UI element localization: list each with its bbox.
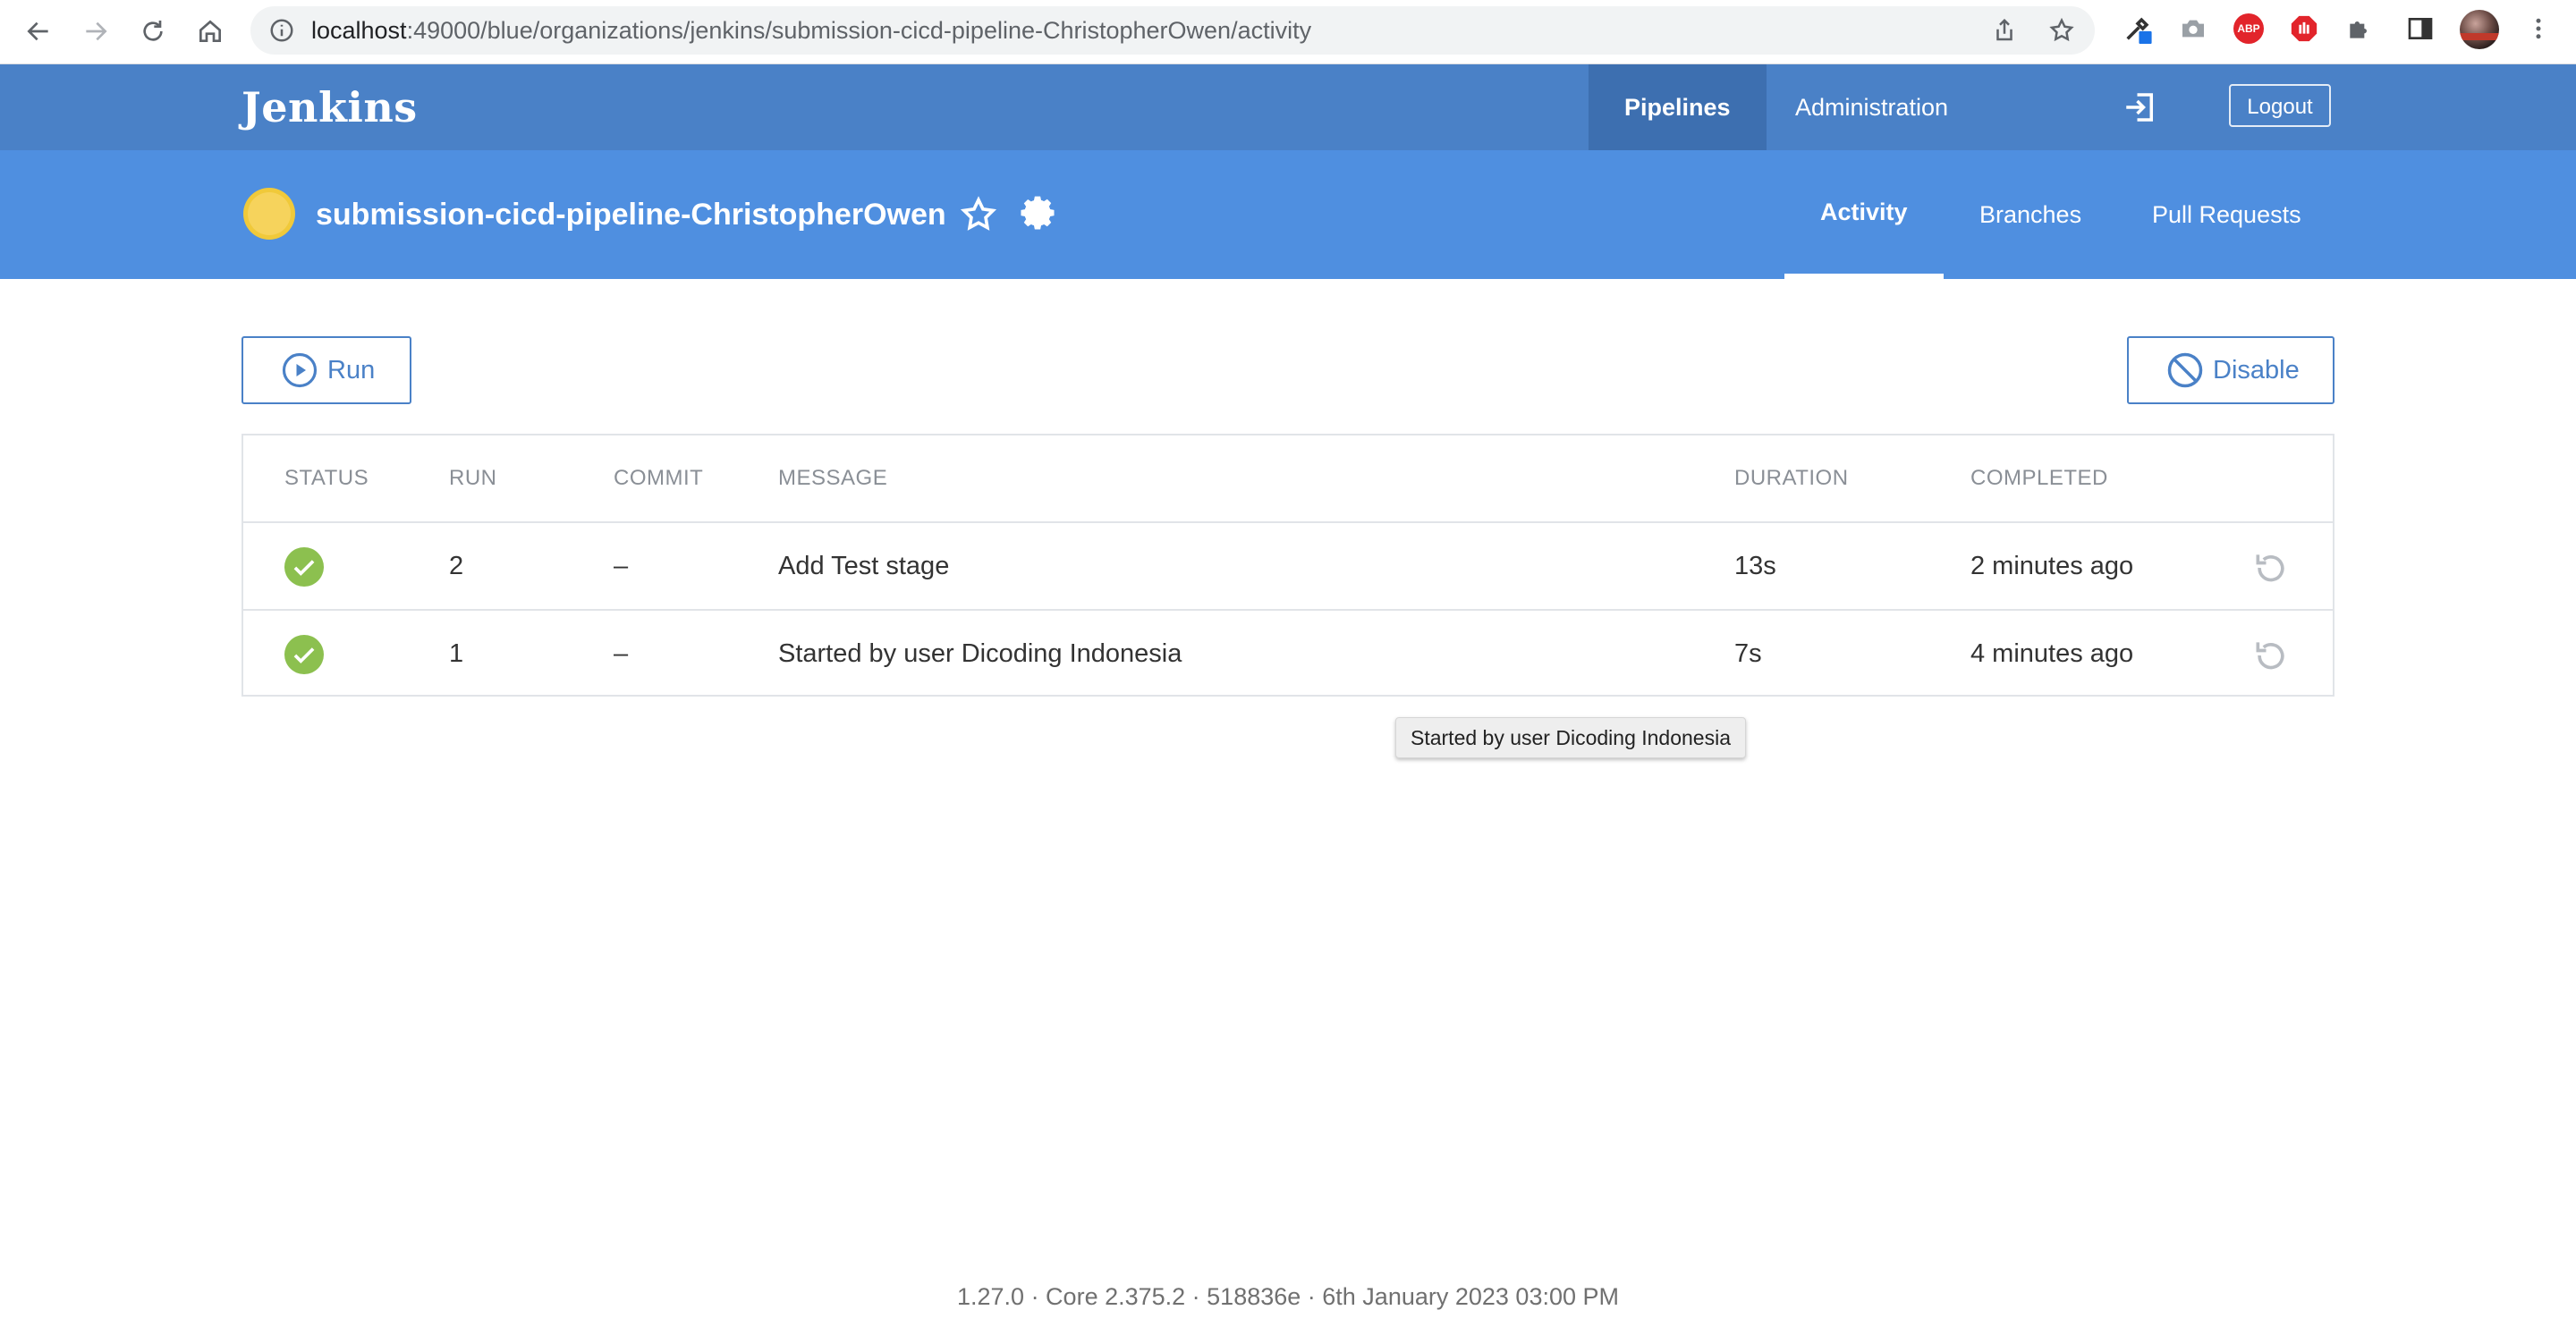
tab-activity[interactable]: Activity: [1784, 150, 1944, 279]
tab-branches[interactable]: Branches: [1944, 150, 2117, 279]
table-row[interactable]: 1 – Started by user Dicoding Indonesia 7…: [243, 611, 2333, 698]
logout-button[interactable]: Logout: [2229, 84, 2331, 127]
run-duration: 13s: [1734, 552, 1776, 580]
play-icon: [282, 352, 318, 388]
url-text[interactable]: localhost:49000/blue/organizations/jenki…: [311, 6, 1311, 55]
table-header: STATUS RUN COMMIT MESSAGE DURATION COMPL…: [243, 435, 2333, 523]
site-info-icon[interactable]: [268, 17, 295, 44]
bookmark-star-icon[interactable]: [2048, 17, 2075, 44]
column-completed: COMPLETED: [1970, 466, 2108, 490]
disable-icon: [2167, 352, 2203, 388]
pipeline-title: submission-cicd-pipeline-ChristopherOwen: [316, 198, 946, 232]
url-path: :49000/blue/organizations/jenkins/submis…: [406, 17, 1312, 44]
abp-label: ABP: [2233, 13, 2264, 44]
column-duration: DURATION: [1734, 466, 1849, 490]
stop-hand-extension-icon[interactable]: [2288, 13, 2320, 45]
run-duration: 7s: [1734, 639, 1762, 668]
table-row[interactable]: 2 – Add Test stage 13s 2 minutes ago: [243, 523, 2333, 611]
run-message: Started by user Dicoding Indonesia: [778, 639, 1182, 668]
pipeline-header: submission-cicd-pipeline-ChristopherOwen…: [0, 150, 2576, 279]
favorite-star-icon[interactable]: [959, 195, 998, 234]
reload-icon[interactable]: [132, 11, 174, 52]
column-run: RUN: [449, 466, 497, 490]
address-bar[interactable]: localhost:49000/blue/organizations/jenki…: [250, 6, 2095, 55]
profile-avatar[interactable]: [2460, 10, 2499, 49]
share-icon[interactable]: [1991, 17, 2018, 44]
run-label: Run: [327, 355, 376, 385]
success-check-icon: [284, 547, 324, 587]
disable-button[interactable]: Disable: [2127, 336, 2334, 404]
column-status: STATUS: [284, 466, 369, 490]
run-number: 2: [449, 552, 464, 580]
version-footer: 1.27.0 · Core 2.375.2 · 518836e · 6th Ja…: [957, 1283, 1619, 1310]
column-commit: COMMIT: [614, 466, 704, 490]
column-message: MESSAGE: [778, 466, 888, 490]
rerun-icon[interactable]: [2251, 548, 2291, 587]
jenkins-logo[interactable]: Jenkins: [242, 64, 418, 150]
eyedropper-extension-icon[interactable]: [2122, 13, 2154, 45]
rerun-icon[interactable]: [2251, 636, 2291, 675]
message-tooltip: Started by user Dicoding Indonesia: [1395, 717, 1746, 758]
activity-table: STATUS RUN COMMIT MESSAGE DURATION COMPL…: [242, 434, 2334, 697]
url-host: localhost: [311, 17, 407, 44]
forward-icon[interactable]: [75, 11, 116, 52]
commit-id: –: [614, 639, 629, 668]
sunny-weather-icon: [243, 188, 295, 240]
success-check-icon: [284, 635, 324, 674]
back-icon[interactable]: [18, 11, 59, 52]
run-completed: 4 minutes ago: [1970, 639, 2134, 668]
home-icon[interactable]: [190, 11, 231, 52]
go-to-classic-icon[interactable]: [2122, 89, 2159, 126]
run-completed: 2 minutes ago: [1970, 552, 2134, 580]
run-message: Add Test stage: [778, 552, 950, 580]
nav-administration[interactable]: Administration: [1759, 64, 1984, 150]
browser-toolbar: localhost:49000/blue/organizations/jenki…: [0, 0, 2576, 64]
commit-id: –: [614, 552, 629, 580]
run-number: 1: [449, 639, 464, 668]
run-button[interactable]: Run: [242, 336, 411, 404]
camera-extension-icon[interactable]: [2177, 13, 2209, 45]
disable-label: Disable: [2213, 355, 2300, 385]
nav-pipelines[interactable]: Pipelines: [1589, 64, 1767, 150]
browser-menu-icon[interactable]: [2522, 13, 2555, 45]
puzzle-extensions-icon[interactable]: [2343, 13, 2376, 45]
adblock-plus-icon[interactable]: ABP: [2233, 13, 2265, 45]
settings-gear-icon[interactable]: [1020, 193, 1059, 232]
side-panel-icon[interactable]: [2404, 13, 2436, 45]
jenkins-header: Jenkins Pipelines Administration Logout: [0, 64, 2576, 150]
tab-pull-requests[interactable]: Pull Requests: [2116, 150, 2337, 279]
